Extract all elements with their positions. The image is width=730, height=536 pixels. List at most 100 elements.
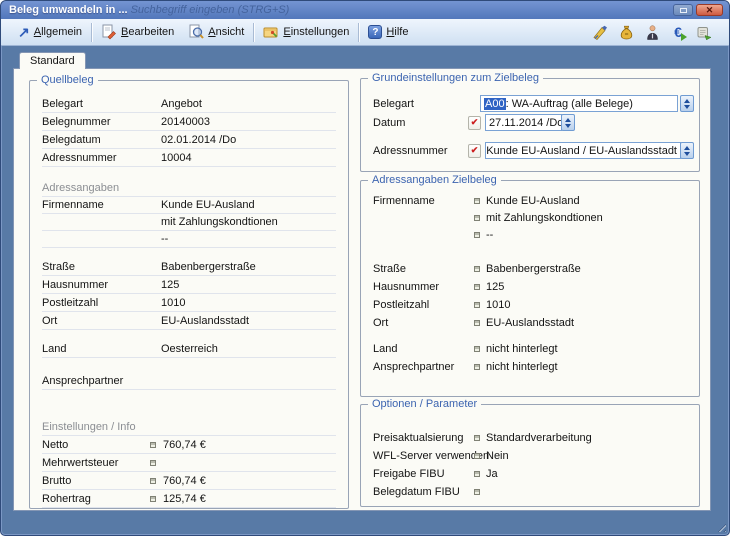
- maximize-button[interactable]: [673, 4, 693, 16]
- field-label: Land: [373, 343, 474, 355]
- field-value: EU-Auslandsstadt: [486, 317, 574, 329]
- menu-einstellungen[interactable]: Einstellungen: [256, 22, 356, 42]
- field-row: Belegnummer 20140003: [42, 113, 336, 131]
- menu-einstellungen-label: Einstellungen: [283, 26, 349, 38]
- field-value: Ja: [486, 468, 498, 480]
- export-package-icon[interactable]: [695, 24, 713, 41]
- adressnummer-row: Adressnummer ✔ 10004: Kunde EU-Ausland /…: [373, 142, 699, 159]
- field-row: Belegdatum FIBU: [373, 483, 687, 501]
- field-label: Belegnummer: [42, 116, 161, 128]
- field-value: 1010: [161, 297, 336, 309]
- toolbar-separator: [253, 23, 254, 42]
- field-label: Straße: [373, 263, 474, 275]
- field-row: Rohertrag 125,74 €: [42, 490, 336, 508]
- menu-ansicht[interactable]: Ansicht: [181, 22, 251, 42]
- menu-bearbeiten[interactable]: Bearbeiten: [94, 22, 181, 42]
- adressnummer-input[interactable]: 10004: Kunde EU-Ausland / EU-Auslandssta…: [485, 142, 681, 159]
- window-controls: ✕: [673, 4, 723, 16]
- field-row: Land nicht hinterlegt: [373, 340, 687, 358]
- person-icon[interactable]: [643, 24, 661, 41]
- field-value: mit Zahlungskondtionen: [161, 216, 336, 228]
- field-row: Adressnummer 10004: [42, 149, 336, 167]
- menu-hilfe[interactable]: ? Hilfe: [361, 23, 415, 41]
- field-label: Rohertrag: [42, 493, 150, 505]
- spin-up-icon: [684, 99, 690, 103]
- toolbar-right-icons: €: [591, 24, 721, 41]
- section-header: Einstellungen / Info: [42, 418, 336, 436]
- spacer: [42, 248, 336, 258]
- datum-spinner[interactable]: [561, 114, 575, 131]
- field-label: Mehrwertsteuer: [42, 457, 150, 469]
- bullet-icon: [474, 198, 480, 204]
- field-value: nicht hinterlegt: [486, 343, 558, 355]
- field-row: Ansprechpartner nicht hinterlegt: [373, 358, 687, 376]
- field-value: --: [486, 229, 493, 241]
- field-label: Straße: [42, 261, 161, 273]
- field-row: Ort EU-Auslandsstadt: [373, 314, 687, 332]
- spacer: [42, 330, 336, 340]
- datum-check-icon[interactable]: ✔: [468, 116, 481, 130]
- bullet-icon: [150, 460, 156, 466]
- bullet-icon: [474, 284, 480, 290]
- menu-hilfe-label: Hilfe: [386, 26, 408, 38]
- belegart-spinner[interactable]: [680, 95, 694, 112]
- section-header-label: Einstellungen / Info: [42, 421, 136, 433]
- bullet-icon: [150, 478, 156, 484]
- menu-bearbeiten-label: Bearbeiten: [121, 26, 174, 38]
- spin-up-icon: [684, 146, 690, 150]
- field-row: mit Zahlungskondtionen: [42, 214, 336, 231]
- field-value: Kunde EU-Ausland: [486, 195, 580, 207]
- adressnummer-spinner[interactable]: [680, 142, 694, 159]
- field-row: Straße Babenbergerstraße: [42, 258, 336, 276]
- groupbox-optionen-title: Optionen / Parameter: [368, 397, 481, 411]
- field-row: Preisaktualsierung Standardverarbeitung: [373, 429, 687, 447]
- field-label: Ort: [373, 317, 474, 329]
- field-value: 125,74 €: [163, 493, 206, 505]
- groupbox-optionen-parameter: Optionen / Parameter Preisaktualsierung …: [360, 404, 700, 507]
- bullet-icon: [474, 364, 480, 370]
- field-value: Nein: [486, 450, 509, 462]
- field-row: Land Oesterreich: [42, 340, 336, 358]
- spacer: [42, 358, 336, 372]
- field-row: Brutto 760,74 €: [42, 472, 336, 490]
- field-row: Belegdatum 02.01.2014 /Do: [42, 131, 336, 149]
- field-label: Ansprechpartner: [373, 361, 474, 373]
- close-button[interactable]: ✕: [696, 4, 723, 16]
- money-bag-icon[interactable]: [617, 24, 635, 41]
- field-row: Straße Babenbergerstraße: [373, 260, 687, 278]
- pen-icon[interactable]: [591, 24, 609, 41]
- field-label: Adressnummer: [373, 145, 468, 157]
- adressnummer-value: 10004: Kunde EU-Ausland / EU-Auslandssta…: [485, 145, 677, 157]
- spin-down-icon: [565, 124, 571, 128]
- field-label: Belegdatum: [42, 134, 161, 146]
- field-row: Freigabe FIBU Ja: [373, 465, 687, 483]
- menu-allgemein[interactable]: ↗ Allgemein: [11, 23, 89, 41]
- euro-icon[interactable]: €: [669, 24, 687, 41]
- groupbox-quellbeleg-title: Quellbeleg: [37, 73, 98, 87]
- spacer: [373, 243, 687, 260]
- tab-standard-label: Standard: [30, 55, 75, 67]
- field-value: Standardverarbeitung: [486, 432, 592, 444]
- groupbox-quellbeleg: Quellbeleg Belegart Angebot Belegnummer …: [29, 80, 349, 509]
- field-label: Postleitzahl: [373, 299, 474, 311]
- resize-grip[interactable]: [715, 521, 726, 532]
- field-row: Hausnummer 125: [42, 276, 336, 294]
- datum-input[interactable]: 27.11.2014 /Do: [485, 114, 562, 131]
- field-label: Brutto: [42, 475, 150, 487]
- field-label: Hausnummer: [42, 279, 161, 291]
- field-label: Belegart: [42, 98, 161, 110]
- field-label: Adressnummer: [42, 152, 161, 164]
- tab-standard[interactable]: Standard: [19, 52, 86, 69]
- close-icon: ✕: [706, 6, 714, 15]
- field-label: Postleitzahl: [42, 297, 161, 309]
- belegart-combobox[interactable]: A00 : WA-Auftrag (alle Belege): [480, 95, 678, 112]
- field-value: 125: [486, 281, 504, 293]
- magnifier-icon: [188, 24, 204, 40]
- field-row: Mehrwertsteuer: [42, 454, 336, 472]
- window-title: Beleg umwandeln in ...: [9, 4, 128, 16]
- belegart-text: : WA-Auftrag (alle Belege): [506, 98, 633, 110]
- toolbar-separator: [358, 23, 359, 42]
- adressnummer-check-icon[interactable]: ✔: [468, 144, 481, 158]
- bullet-icon: [474, 232, 480, 238]
- groupbox-adressangaben-zielbeleg: Adressangaben Zielbeleg Firmenname Kunde…: [360, 180, 700, 397]
